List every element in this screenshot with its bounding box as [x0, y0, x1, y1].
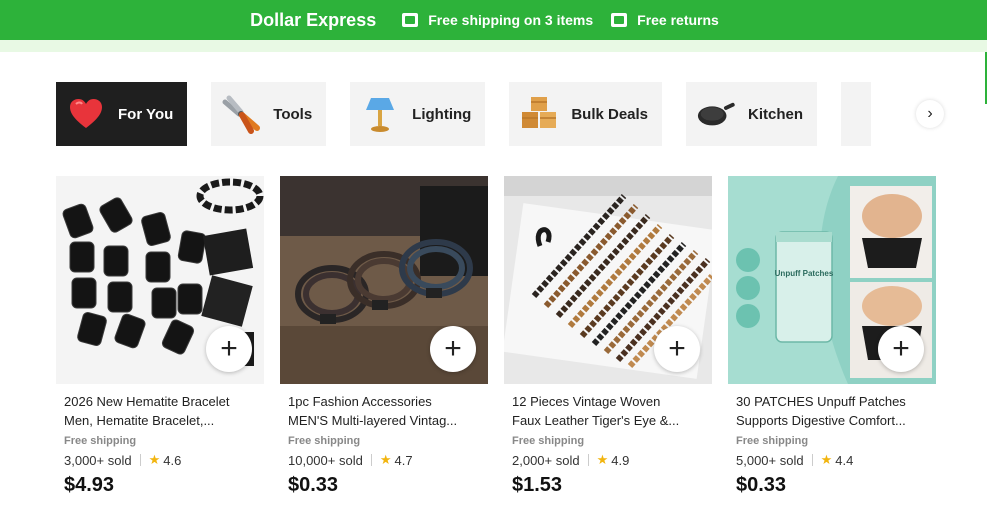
star-icon: ★ — [820, 452, 833, 467]
product-price: $4.93 — [64, 474, 115, 496]
product-grid: + 2026 New Hematite Bracelet Men, Hemati… — [56, 176, 936, 497]
category-label: Lighting — [412, 105, 472, 123]
product-card[interactable]: + 12 Pieces Vintage Woven Faux Leather T… — [504, 176, 712, 497]
star-icon: ★ — [596, 452, 609, 467]
sold-count: 3,000+ sold — [64, 452, 132, 468]
product-card[interactable]: + 1pc Fashion Accessories MEN'S Multi-la… — [280, 176, 488, 497]
product-card[interactable]: + 2026 New Hematite Bracelet Men, Hemati… — [56, 176, 264, 497]
sold-count: 2,000+ sold — [512, 452, 580, 468]
category-tab-lighting[interactable]: Lighting — [350, 82, 486, 146]
add-to-cart-button[interactable]: + — [206, 326, 252, 372]
free-returns-text: Free returns — [637, 12, 719, 28]
divider — [811, 454, 813, 466]
rating-value: 4.9 — [611, 452, 630, 468]
sold-count: 5,000+ sold — [736, 452, 804, 468]
shipping-label: Free shipping — [512, 435, 585, 447]
product-price: $1.53 — [512, 474, 563, 496]
shipping-label: Free shipping — [736, 435, 809, 447]
lamp-icon — [360, 94, 400, 134]
category-tab-bulk-deals[interactable]: Bulk Deals — [509, 82, 663, 146]
product-image[interactable]: + — [280, 176, 488, 384]
add-to-cart-button[interactable]: + — [654, 326, 700, 372]
promo-strip — [0, 40, 987, 52]
chevron-right-icon[interactable]: › — [916, 100, 944, 128]
add-to-cart-button[interactable]: + — [878, 326, 924, 372]
product-card[interactable]: Unpuff Patches + 30 PATCHES Unpuff Patch… — [728, 176, 936, 497]
category-tabs: For You Tools Lighting Bulk Deals Kitche… — [56, 82, 960, 146]
shipping-label: Free shipping — [64, 435, 137, 447]
category-tab-kitchen[interactable]: Kitchen — [686, 82, 818, 146]
category-tab-tools[interactable]: Tools — [211, 82, 327, 146]
category-label: Bulk Deals — [571, 105, 649, 123]
star-icon: ★ — [148, 452, 161, 467]
product-stats: 5,000+ sold ★ 4.4 — [728, 452, 936, 468]
truck-icon — [402, 13, 419, 27]
rating-value: 4.7 — [394, 452, 413, 468]
divider — [587, 454, 589, 466]
category-label: For You — [118, 105, 174, 123]
free-returns-promo[interactable]: Free returns — [611, 12, 719, 28]
category-label: Tools — [273, 105, 313, 123]
product-title[interactable]: 2026 New Hematite Bracelet Men, Hematite… — [56, 392, 264, 430]
product-title[interactable]: 12 Pieces Vintage Woven Faux Leather Tig… — [504, 392, 712, 430]
returns-icon — [611, 13, 628, 27]
product-image[interactable]: + — [56, 176, 264, 384]
add-to-cart-button[interactable]: + — [430, 326, 476, 372]
brand-name[interactable]: Dollar Express — [250, 10, 376, 31]
rating-value: 4.6 — [163, 452, 182, 468]
patch-package-label: Unpuff Patches — [775, 269, 834, 278]
pan-icon — [696, 94, 736, 134]
product-stats: 2,000+ sold ★ 4.9 — [504, 452, 712, 468]
product-image[interactable]: + — [504, 176, 712, 384]
boxes-icon — [519, 94, 559, 134]
heart-icon — [66, 94, 106, 134]
category-label: Kitchen — [748, 105, 804, 123]
divider — [370, 454, 372, 466]
product-image[interactable]: Unpuff Patches + — [728, 176, 936, 384]
category-tab-partial[interactable] — [841, 82, 872, 146]
free-shipping-text: Free shipping on 3 items — [428, 12, 594, 28]
product-price: $0.33 — [736, 474, 787, 496]
product-stats: 3,000+ sold ★ 4.6 — [56, 452, 264, 468]
category-tab-for-you[interactable]: For You — [56, 82, 188, 146]
shipping-label: Free shipping — [288, 435, 361, 447]
promo-bar: Dollar Express Free shipping on 3 items … — [0, 0, 987, 40]
product-stats: 10,000+ sold ★ 4.7 — [280, 452, 488, 468]
free-shipping-promo[interactable]: Free shipping on 3 items — [402, 12, 593, 28]
star-icon: ★ — [379, 452, 392, 467]
rating-value: 4.4 — [835, 452, 854, 468]
product-title[interactable]: 1pc Fashion Accessories MEN'S Multi-laye… — [280, 392, 488, 430]
product-price: $0.33 — [288, 474, 339, 496]
pliers-icon — [221, 94, 261, 134]
product-title[interactable]: 30 PATCHES Unpuff Patches Supports Diges… — [728, 392, 936, 430]
sold-count: 10,000+ sold — [288, 452, 363, 468]
divider — [139, 454, 141, 466]
